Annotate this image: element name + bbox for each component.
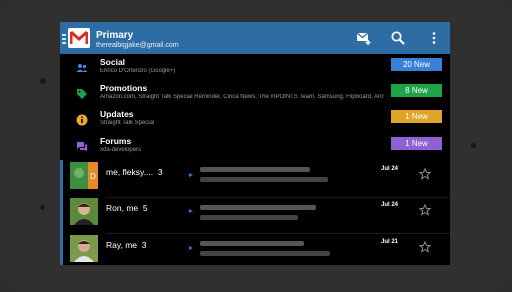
category-name: Social xyxy=(100,57,126,67)
people-icon xyxy=(76,61,88,73)
category-subtitle: Straight Talk Special xyxy=(100,120,155,126)
message-date: Jul 21 xyxy=(381,239,399,245)
app-bar: Primary therealbigjake@gmail.com xyxy=(60,22,450,54)
message-count: 5 xyxy=(142,203,148,213)
avatar[interactable] xyxy=(70,235,98,262)
category-name: Forums xyxy=(100,136,132,146)
overflow-menu-icon[interactable] xyxy=(426,30,442,46)
forum-icon xyxy=(76,140,88,152)
star-icon[interactable] xyxy=(418,203,432,216)
star-icon[interactable] xyxy=(418,167,432,180)
category-name: Promotions xyxy=(100,83,148,93)
account-title[interactable]: Primary xyxy=(96,30,133,41)
new-count-badge: 20 New xyxy=(391,58,442,71)
category-promotions[interactable]: Promotions Amazon.com, Straight Talk Spe… xyxy=(60,81,450,107)
personal-marker-icon xyxy=(189,246,193,250)
category-forums[interactable]: Forums xda-developers 1 New xyxy=(60,134,450,160)
personal-marker-icon xyxy=(189,173,193,177)
account-email[interactable]: therealbigjake@gmail.com xyxy=(96,42,179,49)
gmail-screen: Primary therealbigjake@gmail.com Social … xyxy=(60,22,450,265)
unread-indicator xyxy=(60,196,63,233)
new-count-badge: 8 New xyxy=(391,84,442,97)
snippet-redacted xyxy=(200,215,298,220)
category-name: Updates xyxy=(100,109,134,119)
sender-text: Ron, me xyxy=(106,203,139,213)
subject-redacted xyxy=(200,167,310,172)
category-subtitle: xda-developers xyxy=(100,147,142,153)
sender-names: me, fleksy.... 3 xyxy=(106,167,163,177)
conversation-row[interactable]: Ron, me 5 Jul 24 xyxy=(60,196,450,233)
star-icon[interactable] xyxy=(418,240,432,253)
compose-icon[interactable] xyxy=(356,30,372,46)
info-icon xyxy=(76,113,88,126)
subject-redacted xyxy=(200,241,304,246)
message-date: Jul 24 xyxy=(381,202,399,208)
unread-indicator xyxy=(60,233,63,265)
conversation-row[interactable]: D me, fleksy.... 3 Jul 24 xyxy=(60,160,450,197)
sender-names: Ray, me 3 xyxy=(106,240,147,250)
sender-names: Ron, me 5 xyxy=(106,203,148,213)
new-count-badge: 1 New xyxy=(391,110,442,123)
message-count: 3 xyxy=(141,240,147,250)
avatar[interactable]: D xyxy=(70,162,98,189)
snippet-redacted xyxy=(200,177,328,182)
svg-text:D: D xyxy=(90,172,96,181)
tablet-frame: Primary therealbigjake@gmail.com Social … xyxy=(0,0,512,292)
gmail-logo[interactable] xyxy=(68,28,90,48)
category-subtitle: Enrico D'Ortenzio (Google+) xyxy=(100,68,176,74)
message-date: Jul 24 xyxy=(381,166,399,172)
new-count-badge: 1 New xyxy=(391,137,442,150)
snippet-redacted xyxy=(200,251,330,256)
light-sensor xyxy=(40,205,45,210)
message-count: 3 xyxy=(157,167,163,177)
search-icon[interactable] xyxy=(390,30,406,46)
unread-indicator xyxy=(60,160,63,197)
sender-text: me, fleksy.... xyxy=(106,167,154,177)
front-camera xyxy=(40,78,46,84)
category-updates[interactable]: Updates Straight Talk Special 1 New xyxy=(60,107,450,133)
speaker-dot xyxy=(471,143,476,148)
subject-redacted xyxy=(200,205,316,210)
category-subtitle: Amazon.com, Straight Talk Special Remind… xyxy=(100,94,384,100)
conversation-row[interactable]: Ray, me 3 Jul 21 xyxy=(60,233,450,265)
personal-marker-icon xyxy=(189,209,193,213)
avatar[interactable] xyxy=(70,198,98,225)
tag-icon xyxy=(76,87,88,99)
sender-text: Ray, me xyxy=(106,240,138,250)
menu-icon[interactable] xyxy=(62,34,66,44)
category-social[interactable]: Social Enrico D'Ortenzio (Google+) 20 Ne… xyxy=(60,55,450,81)
